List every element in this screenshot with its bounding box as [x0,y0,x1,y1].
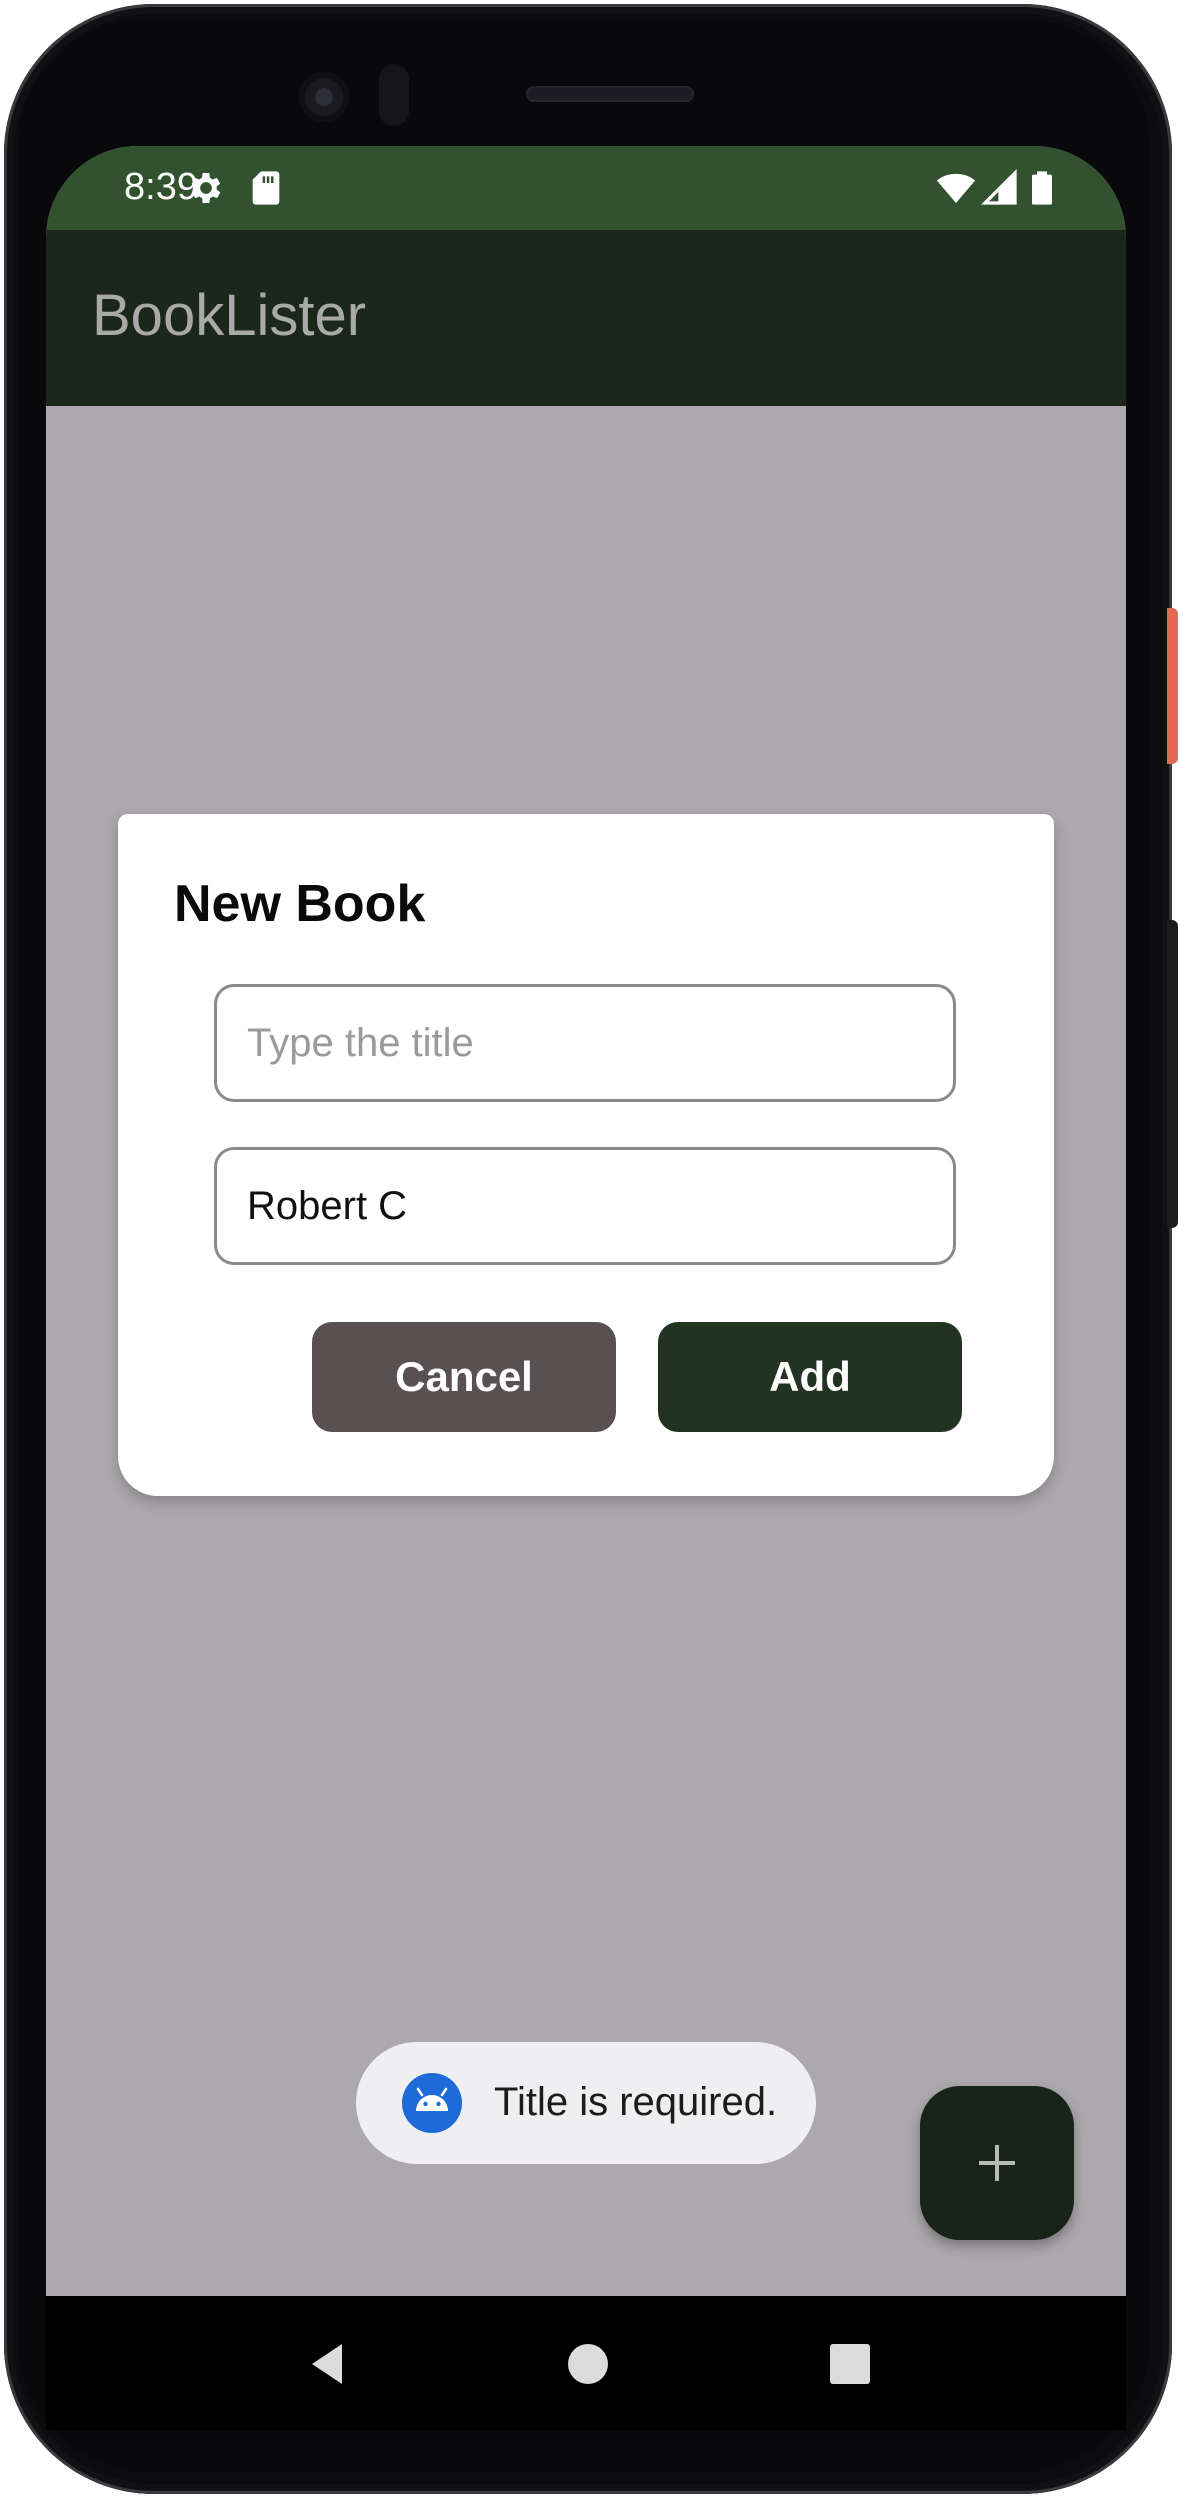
new-book-dialog: New Book Cancel Add [118,814,1054,1496]
home-icon[interactable] [562,2338,614,2390]
volume-button [1167,920,1178,1228]
title-field [214,984,956,1102]
plus-icon [979,2145,1015,2181]
proximity-sensor [379,64,409,126]
app-bar: BookLister [46,230,1126,406]
navigation-bar [46,2296,1126,2430]
earpiece-speaker [526,86,694,102]
signal-icon [980,168,1017,205]
add-button[interactable]: Add [658,1322,962,1432]
gear-icon [191,173,221,203]
author-field [214,1147,956,1265]
wifi-icon [936,173,976,203]
android-icon [402,2073,462,2133]
author-input[interactable] [247,1150,927,1262]
back-icon[interactable] [302,2338,354,2390]
cancel-button[interactable]: Cancel [312,1322,616,1432]
title-input[interactable] [247,987,927,1099]
status-bar: 8:39 [46,146,1126,230]
screen: 8:39 BookLister New Book Type the title … [46,146,1126,2430]
dialog-title: New Book [174,875,426,933]
battery-icon [1032,171,1052,205]
recents-icon[interactable] [824,2338,876,2390]
front-camera-icon [299,72,349,122]
toast-message: Title is required. [494,2080,778,2124]
app-title: BookLister [92,283,367,348]
device-frame: 8:39 BookLister New Book Type the title … [0,0,1178,2498]
toast: Title is required. [356,2042,816,2164]
sd-card-icon [252,171,280,205]
add-book-fab[interactable] [920,2086,1074,2240]
power-button [1167,608,1178,764]
